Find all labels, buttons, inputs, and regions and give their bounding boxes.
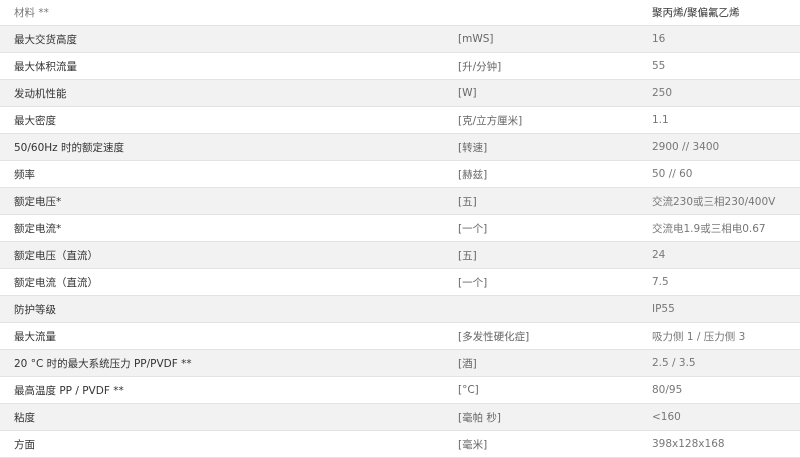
spec-row: 发动机性能 [W] 250: [0, 79, 800, 107]
spec-value: 2900 // 3400: [636, 133, 800, 161]
spec-name: 额定电压（直流）: [0, 241, 442, 269]
spec-unit: [442, 0, 636, 26]
spec-unit: [五]: [442, 241, 636, 269]
spec-name: 最大密度: [0, 106, 442, 134]
spec-row: 最高温度 PP / PVDF ** [°C] 80/95: [0, 376, 800, 404]
spec-unit: [五]: [442, 187, 636, 215]
spec-row: 额定电流（直流） [一个] 7.5: [0, 268, 800, 296]
spec-name: 最大体积流量: [0, 52, 442, 80]
spec-unit: [克/立方厘米]: [442, 106, 636, 134]
spec-name: 材料 **: [0, 0, 442, 26]
spec-value: 聚丙烯/聚偏氟乙烯: [636, 0, 800, 26]
spec-row: 最大体积流量 [升/分钟] 55: [0, 52, 800, 80]
spec-unit: [°C]: [442, 376, 636, 404]
spec-row: 粘度 [毫帕 秒] <160: [0, 403, 800, 431]
spec-unit: [mWS]: [442, 25, 636, 53]
spec-value: 250: [636, 79, 800, 107]
spec-row: 最大流量 [多发性硬化症] 吸力侧 1 / 压力侧 3: [0, 322, 800, 350]
spec-unit: [升/分钟]: [442, 52, 636, 80]
spec-unit: [毫米]: [442, 430, 636, 458]
spec-name: 额定电压*: [0, 187, 442, 215]
spec-row: 额定电流* [一个] 交流电1.9或三相电0.67: [0, 214, 800, 242]
spec-value: 2.5 / 3.5: [636, 349, 800, 377]
spec-name: 防护等级: [0, 295, 442, 323]
spec-value: 80/95: [636, 376, 800, 404]
spec-name: 最大交货高度: [0, 25, 442, 53]
spec-row: 额定电压* [五] 交流230或三相230/400V: [0, 187, 800, 215]
spec-table: 材料 ** 聚丙烯/聚偏氟乙烯 最大交货高度 [mWS] 16 最大体积流量 [升/分钟] 5…: [0, 0, 800, 458]
spec-row: 材料 ** 聚丙烯/聚偏氟乙烯: [0, 0, 800, 26]
spec-value: 交流电1.9或三相电0.67: [636, 214, 800, 242]
spec-name: 最高温度 PP / PVDF **: [0, 376, 442, 404]
spec-row: 最大交货高度 [mWS] 16: [0, 25, 800, 53]
spec-value: 398x128x168: [636, 430, 800, 458]
spec-unit: [多发性硬化症]: [442, 322, 636, 350]
spec-unit: [一个]: [442, 214, 636, 242]
spec-unit: [一个]: [442, 268, 636, 296]
spec-table-body: 材料 ** 聚丙烯/聚偏氟乙烯 最大交货高度 [mWS] 16 最大体积流量 [升/分钟] 5…: [0, 0, 800, 458]
spec-unit: [毫帕 秒]: [442, 403, 636, 431]
spec-row: 防护等级 IP55: [0, 295, 800, 323]
spec-value: 55: [636, 52, 800, 80]
spec-row: 方面 [毫米] 398x128x168: [0, 430, 800, 458]
spec-value: 吸力侧 1 / 压力侧 3: [636, 322, 800, 350]
spec-row: 频率 [赫兹] 50 // 60: [0, 160, 800, 188]
spec-value: <160: [636, 403, 800, 431]
spec-name: 发动机性能: [0, 79, 442, 107]
spec-row: 20 °C 时的最大系统压力 PP/PVDF ** [酒] 2.5 / 3.5: [0, 349, 800, 377]
spec-name: 最大流量: [0, 322, 442, 350]
spec-name: 频率: [0, 160, 442, 188]
spec-row: 最大密度 [克/立方厘米] 1.1: [0, 106, 800, 134]
spec-value: 16: [636, 25, 800, 53]
spec-row: 额定电压（直流） [五] 24: [0, 241, 800, 269]
spec-unit: [赫兹]: [442, 160, 636, 188]
spec-name: 粘度: [0, 403, 442, 431]
spec-unit: [酒]: [442, 349, 636, 377]
spec-value: 24: [636, 241, 800, 269]
spec-unit: [W]: [442, 79, 636, 107]
spec-value: 50 // 60: [636, 160, 800, 188]
spec-row: 50/60Hz 时的额定速度 [转速] 2900 // 3400: [0, 133, 800, 161]
spec-name: 20 °C 时的最大系统压力 PP/PVDF **: [0, 349, 442, 377]
spec-unit: [转速]: [442, 133, 636, 161]
spec-value: 1.1: [636, 106, 800, 134]
spec-name: 方面: [0, 430, 442, 458]
spec-value: 7.5: [636, 268, 800, 296]
spec-value: 交流230或三相230/400V: [636, 187, 800, 215]
spec-name: 额定电流（直流）: [0, 268, 442, 296]
spec-name: 额定电流*: [0, 214, 442, 242]
spec-unit: [442, 295, 636, 323]
spec-name: 50/60Hz 时的额定速度: [0, 133, 442, 161]
spec-value: IP55: [636, 295, 800, 323]
